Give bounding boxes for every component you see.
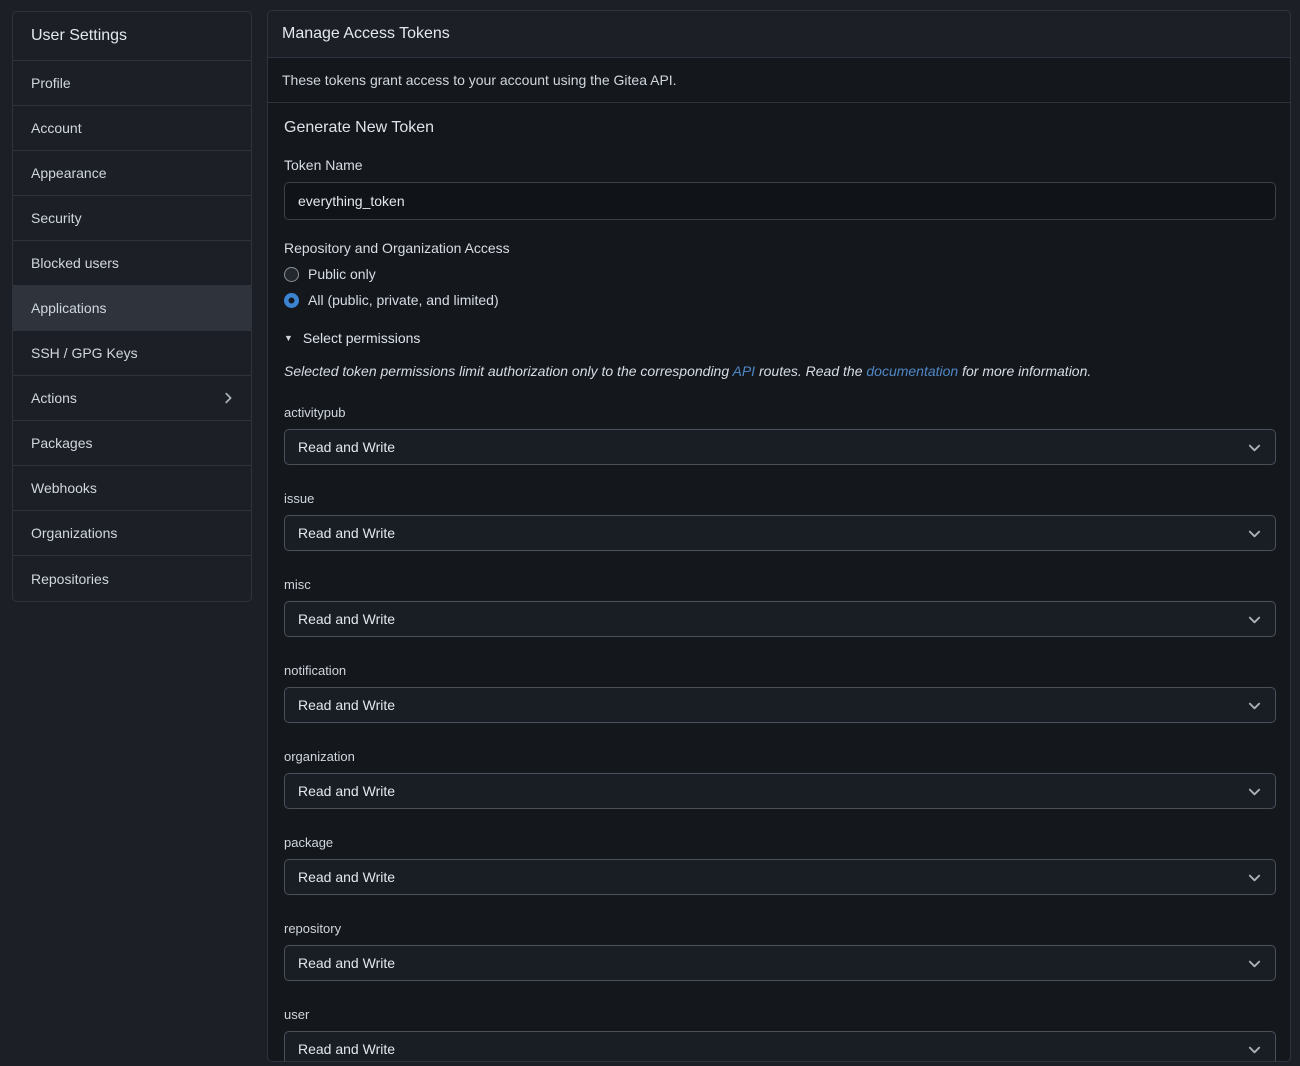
sidebar-item-ssh-gpg-keys[interactable]: SSH / GPG Keys: [13, 331, 251, 376]
permission-name: misc: [284, 577, 1276, 592]
note-text: for more information.: [958, 363, 1091, 379]
permission-select-organization[interactable]: Read and Write: [284, 773, 1276, 809]
sidebar-item-label: Repositories: [31, 571, 109, 587]
page: User Settings Profile Account Appearance…: [0, 0, 1300, 1066]
permission-select-repository[interactable]: Read and Write: [284, 945, 1276, 981]
sidebar-item-label: Packages: [31, 435, 92, 451]
permission-name: user: [284, 1007, 1276, 1022]
sidebar-item-label: Appearance: [31, 165, 107, 181]
selected-option: Read and Write: [298, 1041, 395, 1057]
permission-name: notification: [284, 663, 1276, 678]
sidebar-item-actions[interactable]: Actions: [13, 376, 251, 421]
radio-checked-icon[interactable]: [284, 293, 299, 308]
chevron-down-icon: [1247, 698, 1262, 713]
generate-token-form: Generate New Token Token Name Repository…: [268, 103, 1290, 1062]
sidebar-item-profile[interactable]: Profile: [13, 61, 251, 106]
panel-title: Manage Access Tokens: [268, 11, 1290, 58]
select-permissions-label: Select permissions: [303, 330, 421, 346]
sidebar-item-label: SSH / GPG Keys: [31, 345, 138, 361]
sidebar-item-label: Applications: [31, 300, 107, 316]
permission-name: issue: [284, 491, 1276, 506]
radio-all-access[interactable]: All (public, private, and limited): [284, 292, 1276, 308]
permission-group-issue: issue Read and Write: [284, 491, 1276, 551]
permissions-note: Selected token permissions limit authori…: [284, 363, 1276, 379]
permission-group-package: package Read and Write: [284, 835, 1276, 895]
selected-option: Read and Write: [298, 611, 395, 627]
radio-all-access-label: All (public, private, and limited): [308, 292, 499, 308]
selected-option: Read and Write: [298, 869, 395, 885]
permission-select-issue[interactable]: Read and Write: [284, 515, 1276, 551]
token-name-input[interactable]: [284, 182, 1276, 220]
selected-option: Read and Write: [298, 525, 395, 541]
radio-public-only-label: Public only: [308, 266, 376, 282]
manage-access-tokens-panel: Manage Access Tokens These tokens grant …: [267, 10, 1291, 1062]
selected-option: Read and Write: [298, 783, 395, 799]
sidebar-item-applications[interactable]: Applications: [13, 286, 251, 331]
sidebar-item-repositories[interactable]: Repositories: [13, 556, 251, 601]
permission-group-repository: repository Read and Write: [284, 921, 1276, 981]
sidebar-item-blocked-users[interactable]: Blocked users: [13, 241, 251, 286]
chevron-down-icon: [1247, 612, 1262, 627]
sidebar-item-label: Organizations: [31, 525, 117, 541]
chevron-down-icon: [1247, 440, 1262, 455]
section-title: Generate New Token: [284, 119, 1276, 137]
selected-option: Read and Write: [298, 697, 395, 713]
permission-group-organization: organization Read and Write: [284, 749, 1276, 809]
chevron-down-icon: [1247, 870, 1262, 885]
permission-select-misc[interactable]: Read and Write: [284, 601, 1276, 637]
sidebar-item-label: Actions: [31, 390, 77, 406]
chevron-down-icon: [1247, 784, 1262, 799]
permission-group-notification: notification Read and Write: [284, 663, 1276, 723]
api-link[interactable]: API: [733, 363, 756, 379]
permission-name: organization: [284, 749, 1276, 764]
sidebar-item-label: Account: [31, 120, 82, 136]
sidebar-item-label: Blocked users: [31, 255, 119, 271]
permission-group-misc: misc Read and Write: [284, 577, 1276, 637]
permission-name: package: [284, 835, 1276, 850]
permission-select-activitypub[interactable]: Read and Write: [284, 429, 1276, 465]
caret-down-icon: ▼: [284, 334, 293, 343]
permission-name: activitypub: [284, 405, 1276, 420]
sidebar-item-organizations[interactable]: Organizations: [13, 511, 251, 556]
sidebar-item-account[interactable]: Account: [13, 106, 251, 151]
permission-select-user[interactable]: Read and Write: [284, 1031, 1276, 1062]
permission-select-package[interactable]: Read and Write: [284, 859, 1276, 895]
sidebar-item-packages[interactable]: Packages: [13, 421, 251, 466]
selected-option: Read and Write: [298, 955, 395, 971]
sidebar-item-webhooks[interactable]: Webhooks: [13, 466, 251, 511]
permission-group-user: user Read and Write: [284, 1007, 1276, 1062]
select-permissions-toggle[interactable]: ▼ Select permissions: [284, 330, 420, 346]
access-scope-label: Repository and Organization Access: [284, 240, 1276, 256]
permission-select-notification[interactable]: Read and Write: [284, 687, 1276, 723]
chevron-right-icon: [221, 391, 235, 405]
token-name-label: Token Name: [284, 157, 1276, 173]
chevron-down-icon: [1247, 1042, 1262, 1057]
panel-description: These tokens grant access to your accoun…: [268, 58, 1290, 103]
note-text: Selected token permissions limit authori…: [284, 363, 733, 379]
note-text: routes. Read the: [755, 363, 866, 379]
permission-group-activitypub: activitypub Read and Write: [284, 405, 1276, 465]
chevron-down-icon: [1247, 526, 1262, 541]
sidebar-item-security[interactable]: Security: [13, 196, 251, 241]
sidebar-title: User Settings: [13, 12, 251, 61]
chevron-down-icon: [1247, 956, 1262, 971]
settings-sidebar: User Settings Profile Account Appearance…: [12, 11, 252, 602]
sidebar-item-label: Webhooks: [31, 480, 97, 496]
documentation-link[interactable]: documentation: [866, 363, 958, 379]
radio-unchecked-icon[interactable]: [284, 267, 299, 282]
radio-public-only[interactable]: Public only: [284, 266, 1276, 282]
permission-name: repository: [284, 921, 1276, 936]
selected-option: Read and Write: [298, 439, 395, 455]
sidebar-item-appearance[interactable]: Appearance: [13, 151, 251, 196]
sidebar-item-label: Profile: [31, 75, 71, 91]
sidebar-item-label: Security: [31, 210, 82, 226]
